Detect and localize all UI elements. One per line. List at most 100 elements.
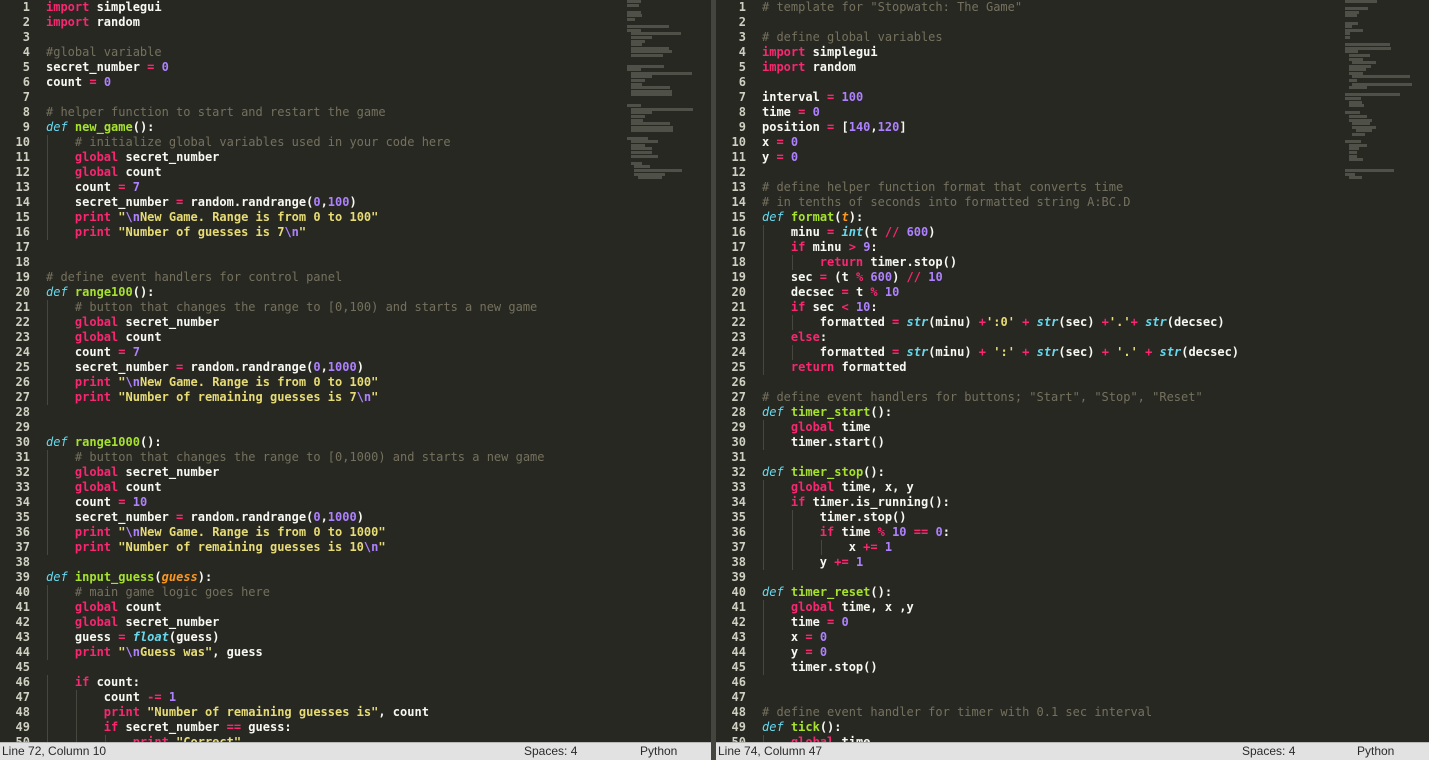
code-line[interactable]: def tick(): bbox=[762, 720, 1345, 735]
code-line[interactable]: return formatted bbox=[762, 360, 1345, 375]
code-line[interactable]: guess = float(guess) bbox=[46, 630, 627, 645]
code-line[interactable] bbox=[762, 570, 1345, 585]
code-line[interactable]: global time bbox=[762, 420, 1345, 435]
code-line[interactable]: formatted = str(minu) +':0' + str(sec) +… bbox=[762, 315, 1345, 330]
code-line[interactable]: import random bbox=[762, 60, 1345, 75]
code-line[interactable]: secret_number = random.randrange(0,1000) bbox=[46, 510, 627, 525]
code-line[interactable]: print "Number of remaining guesses is 7\… bbox=[46, 390, 627, 405]
code-line[interactable]: y = 0 bbox=[762, 150, 1345, 165]
code-line[interactable]: if sec < 10: bbox=[762, 300, 1345, 315]
code-line[interactable] bbox=[46, 420, 627, 435]
code-line[interactable]: minu = int(t // 600) bbox=[762, 225, 1345, 240]
code-line[interactable]: x = 0 bbox=[762, 630, 1345, 645]
code-line[interactable]: # define event handler for timer with 0.… bbox=[762, 705, 1345, 720]
code-line[interactable] bbox=[46, 90, 627, 105]
code-line[interactable]: global secret_number bbox=[46, 315, 627, 330]
code-line[interactable]: return timer.stop() bbox=[762, 255, 1345, 270]
code-line[interactable] bbox=[46, 255, 627, 270]
code-line[interactable]: #global variable bbox=[46, 45, 627, 60]
code-line[interactable]: secret_number = random.randrange(0,100) bbox=[46, 195, 627, 210]
code-line[interactable]: # initialize global variables used in yo… bbox=[46, 135, 627, 150]
code-line[interactable]: else: bbox=[762, 330, 1345, 345]
code-line[interactable]: formatted = str(minu) + ':' + str(sec) +… bbox=[762, 345, 1345, 360]
code-line[interactable]: # define event handlers for buttons; "St… bbox=[762, 390, 1345, 405]
code-line[interactable]: def input_guess(guess): bbox=[46, 570, 627, 585]
code-line[interactable]: print "\nNew Game. Range is from 0 to 10… bbox=[46, 375, 627, 390]
code-line[interactable]: global secret_number bbox=[46, 615, 627, 630]
code-line[interactable]: import simplegui bbox=[46, 0, 627, 15]
code-line[interactable]: print "\nNew Game. Range is from 0 to 10… bbox=[46, 525, 627, 540]
code-line[interactable]: # button that changes the range to [0,10… bbox=[46, 300, 627, 315]
code-line[interactable]: timer.stop() bbox=[762, 510, 1345, 525]
cursor-position[interactable]: Line 72, Column 10 bbox=[2, 743, 106, 760]
code-line[interactable]: global secret_number bbox=[46, 150, 627, 165]
code-line[interactable]: # define helper function format that con… bbox=[762, 180, 1345, 195]
code-line[interactable]: global count bbox=[46, 480, 627, 495]
code-line[interactable]: import random bbox=[46, 15, 627, 30]
code-line[interactable] bbox=[762, 675, 1345, 690]
code-line[interactable]: secret_number = random.randrange(0,1000) bbox=[46, 360, 627, 375]
code-line[interactable]: print "Number of remaining guesses is", … bbox=[46, 705, 627, 720]
code-line[interactable]: if minu > 9: bbox=[762, 240, 1345, 255]
code-line[interactable]: sec = (t % 600) // 10 bbox=[762, 270, 1345, 285]
code-line[interactable]: # main game logic goes here bbox=[46, 585, 627, 600]
code-line[interactable]: # define event handlers for control pane… bbox=[46, 270, 627, 285]
code-line[interactable]: # template for "Stopwatch: The Game" bbox=[762, 0, 1345, 15]
code-line[interactable]: import simplegui bbox=[762, 45, 1345, 60]
code-line[interactable] bbox=[46, 240, 627, 255]
code-line[interactable]: print "Number of guesses is 7\n" bbox=[46, 225, 627, 240]
code-line[interactable]: count = 7 bbox=[46, 180, 627, 195]
code-line[interactable]: y += 1 bbox=[762, 555, 1345, 570]
code-line[interactable]: print "Number of remaining guesses is 10… bbox=[46, 540, 627, 555]
code-line[interactable]: def new_game(): bbox=[46, 120, 627, 135]
code-line[interactable]: print "\nGuess was", guess bbox=[46, 645, 627, 660]
code-line[interactable]: if secret_number == guess: bbox=[46, 720, 627, 735]
code-line[interactable]: decsec = t % 10 bbox=[762, 285, 1345, 300]
code-line[interactable]: timer.stop() bbox=[762, 660, 1345, 675]
code-line[interactable]: timer.start() bbox=[762, 435, 1345, 450]
code-area[interactable]: import simplegui import random #global var… bbox=[46, 0, 627, 750]
code-line[interactable]: count = 0 bbox=[46, 75, 627, 90]
code-area[interactable]: # template for "Stopwatch: The Game" # de… bbox=[762, 0, 1345, 750]
code-line[interactable]: count = 7 bbox=[46, 345, 627, 360]
syntax-language[interactable]: Python bbox=[640, 743, 677, 760]
code-line[interactable]: def format(t): bbox=[762, 210, 1345, 225]
code-line[interactable] bbox=[762, 690, 1345, 705]
code-line[interactable]: secret_number = 0 bbox=[46, 60, 627, 75]
code-line[interactable] bbox=[762, 75, 1345, 90]
code-line[interactable] bbox=[762, 450, 1345, 465]
code-line[interactable]: global time, x ,y bbox=[762, 600, 1345, 615]
syntax-language[interactable]: Python bbox=[1357, 743, 1394, 760]
code-line[interactable]: position = [140,120] bbox=[762, 120, 1345, 135]
code-line[interactable]: global count bbox=[46, 165, 627, 180]
code-line[interactable]: count -= 1 bbox=[46, 690, 627, 705]
code-line[interactable]: # helper function to start and restart t… bbox=[46, 105, 627, 120]
code-line[interactable] bbox=[762, 165, 1345, 180]
code-line[interactable]: time = 0 bbox=[762, 615, 1345, 630]
indentation-setting[interactable]: Spaces: 4 bbox=[524, 743, 577, 760]
code-line[interactable]: # define global variables bbox=[762, 30, 1345, 45]
code-line[interactable] bbox=[762, 375, 1345, 390]
code-line[interactable]: global time, x, y bbox=[762, 480, 1345, 495]
code-line[interactable]: x += 1 bbox=[762, 540, 1345, 555]
code-line[interactable]: if timer.is_running(): bbox=[762, 495, 1345, 510]
code-line[interactable] bbox=[762, 15, 1345, 30]
editor-pane-left[interactable]: 1 2 3 4 5 6 7 8 9 10 11 12 13 14 15 16 17 18 19 20 21 22 23 24 2… bbox=[0, 0, 711, 760]
code-line[interactable]: def range1000(): bbox=[46, 435, 627, 450]
code-line[interactable]: x = 0 bbox=[762, 135, 1345, 150]
code-line[interactable]: if count: bbox=[46, 675, 627, 690]
code-line[interactable]: # in tenths of seconds into formatted st… bbox=[762, 195, 1345, 210]
code-line[interactable]: global count bbox=[46, 330, 627, 345]
indentation-setting[interactable]: Spaces: 4 bbox=[1242, 743, 1295, 760]
code-line[interactable] bbox=[46, 660, 627, 675]
code-line[interactable]: def timer_stop(): bbox=[762, 465, 1345, 480]
code-line[interactable]: def timer_reset(): bbox=[762, 585, 1345, 600]
code-line[interactable]: time = 0 bbox=[762, 105, 1345, 120]
code-line[interactable]: print "\nNew Game. Range is from 0 to 10… bbox=[46, 210, 627, 225]
code-line[interactable]: # button that changes the range to [0,10… bbox=[46, 450, 627, 465]
cursor-position[interactable]: Line 74, Column 47 bbox=[718, 743, 822, 760]
code-line[interactable]: def timer_start(): bbox=[762, 405, 1345, 420]
code-line[interactable] bbox=[46, 30, 627, 45]
code-line[interactable]: def range100(): bbox=[46, 285, 627, 300]
editor-pane-right[interactable]: 1 2 3 4 5 6 7 8 9 10 11 12 13 14 15 16 17 18 19 20 21 22 23 24 2… bbox=[716, 0, 1429, 760]
